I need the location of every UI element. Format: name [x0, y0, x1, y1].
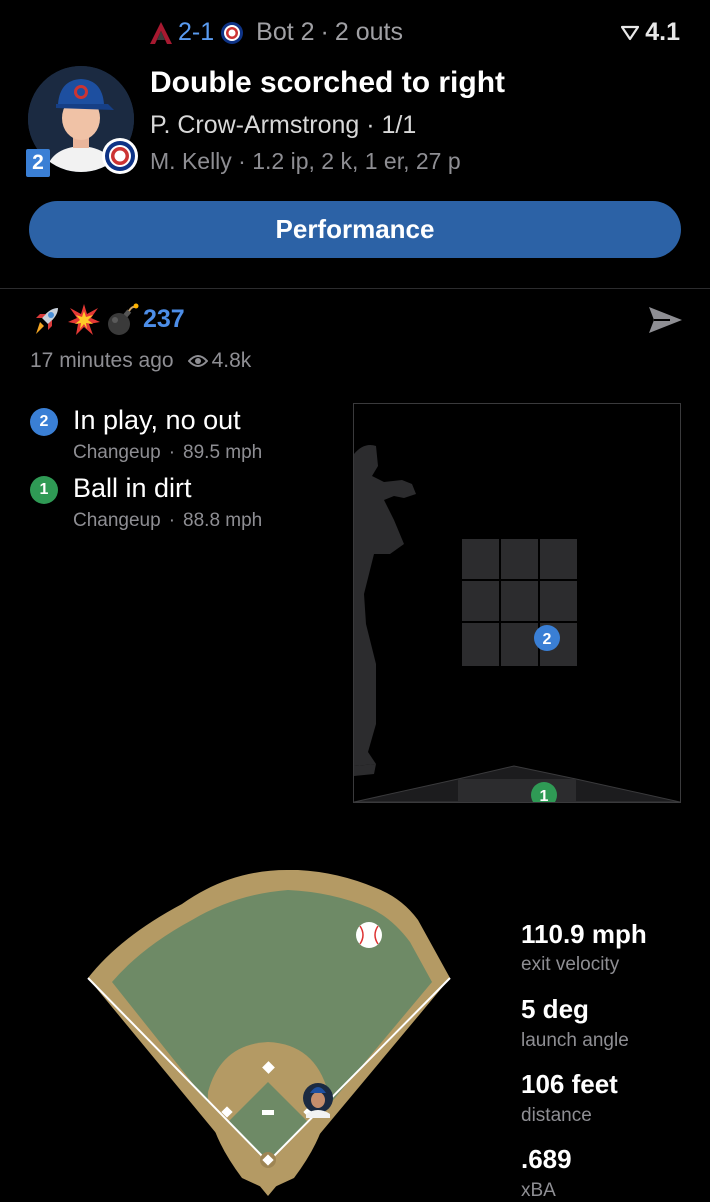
svg-text:1: 1 [540, 788, 549, 802]
pitcher-line[interactable]: M. Kelly · 1.2 ip, 2 k, 1 er, 27 p [150, 148, 461, 175]
outs: 2 outs [334, 18, 403, 46]
play-headline: Double scorched to right [150, 66, 506, 99]
diamondbacks-logo-icon [150, 21, 172, 44]
pitch-speed: 89.5 mph [183, 442, 263, 463]
spray-chart[interactable] [80, 862, 460, 1197]
reaction-count: 237 [143, 305, 185, 333]
divider [0, 288, 710, 289]
distance-label: distance [521, 1105, 592, 1126]
batter-line[interactable]: P. Crow-Armstrong · 1/1 [150, 111, 416, 140]
zone-grid [460, 537, 579, 668]
svg-text:2: 2 [543, 631, 552, 648]
score: 2-1 [178, 18, 215, 46]
separator: · [320, 18, 329, 46]
cubs-logo-icon [103, 139, 137, 173]
reaction-emojis[interactable] [28, 302, 140, 338]
app-version[interactable]: 4.1 [621, 18, 680, 47]
pitch-marker-2: 2 [534, 625, 560, 651]
inning: Bot 2 [256, 18, 315, 46]
pitch-item[interactable]: 1 Ball in dirt Changeup · 88.8 mph [30, 473, 330, 535]
pitch-item[interactable]: 2 In play, no out Changeup · 89.5 mph [30, 405, 330, 467]
exit-velocity-value: 110.9 mph [521, 919, 647, 949]
eye-icon [187, 355, 208, 367]
pitch-type: Changeup [73, 510, 161, 531]
baseball-icon [356, 922, 382, 948]
batting-order-badge: 2 [26, 149, 50, 177]
launch-angle-label: launch angle [521, 1030, 629, 1051]
strike-zone-panel[interactable]: 2 1 [353, 403, 681, 803]
bomb-icon [108, 303, 139, 335]
pitch-detail: Changeup · 88.8 mph [73, 510, 263, 531]
exit-velocity-label: exit velocity [521, 954, 620, 975]
strike-zone-diagram: 2 1 [354, 445, 680, 802]
cubs-logo-icon [221, 21, 244, 44]
version-number: 4.1 [645, 18, 680, 46]
xba-label: xBA [521, 1180, 556, 1201]
batter-silhouette-icon [354, 445, 416, 776]
pitch-speed: 88.8 mph [183, 510, 263, 531]
pitch-result: In play, no out [73, 405, 241, 435]
launch-angle-value: 5 deg [521, 994, 589, 1024]
performance-button[interactable]: Performance [29, 201, 681, 258]
post-meta: 17 minutes ago 4.8k [30, 349, 251, 373]
send-icon[interactable] [646, 304, 684, 336]
view-count: 4.8k [187, 349, 252, 373]
game-score-line[interactable]: 2-1 Bot 2 · 2 outs [148, 18, 403, 47]
filter-icon [621, 25, 640, 40]
views-value: 4.8k [211, 349, 252, 372]
xba-value: .689 [521, 1144, 572, 1174]
pitch-detail: Changeup · 89.5 mph [73, 442, 263, 463]
pitch-number-badge: 2 [30, 408, 58, 436]
collision-icon [68, 304, 100, 335]
rocket-icon [34, 308, 58, 334]
distance-value: 106 feet [521, 1069, 618, 1099]
team-badge [102, 138, 138, 174]
time-ago: 17 minutes ago [30, 349, 174, 372]
pitch-result: Ball in dirt [73, 473, 192, 503]
pitch-type: Changeup [73, 442, 161, 463]
pitch-number-badge: 1 [30, 476, 58, 504]
